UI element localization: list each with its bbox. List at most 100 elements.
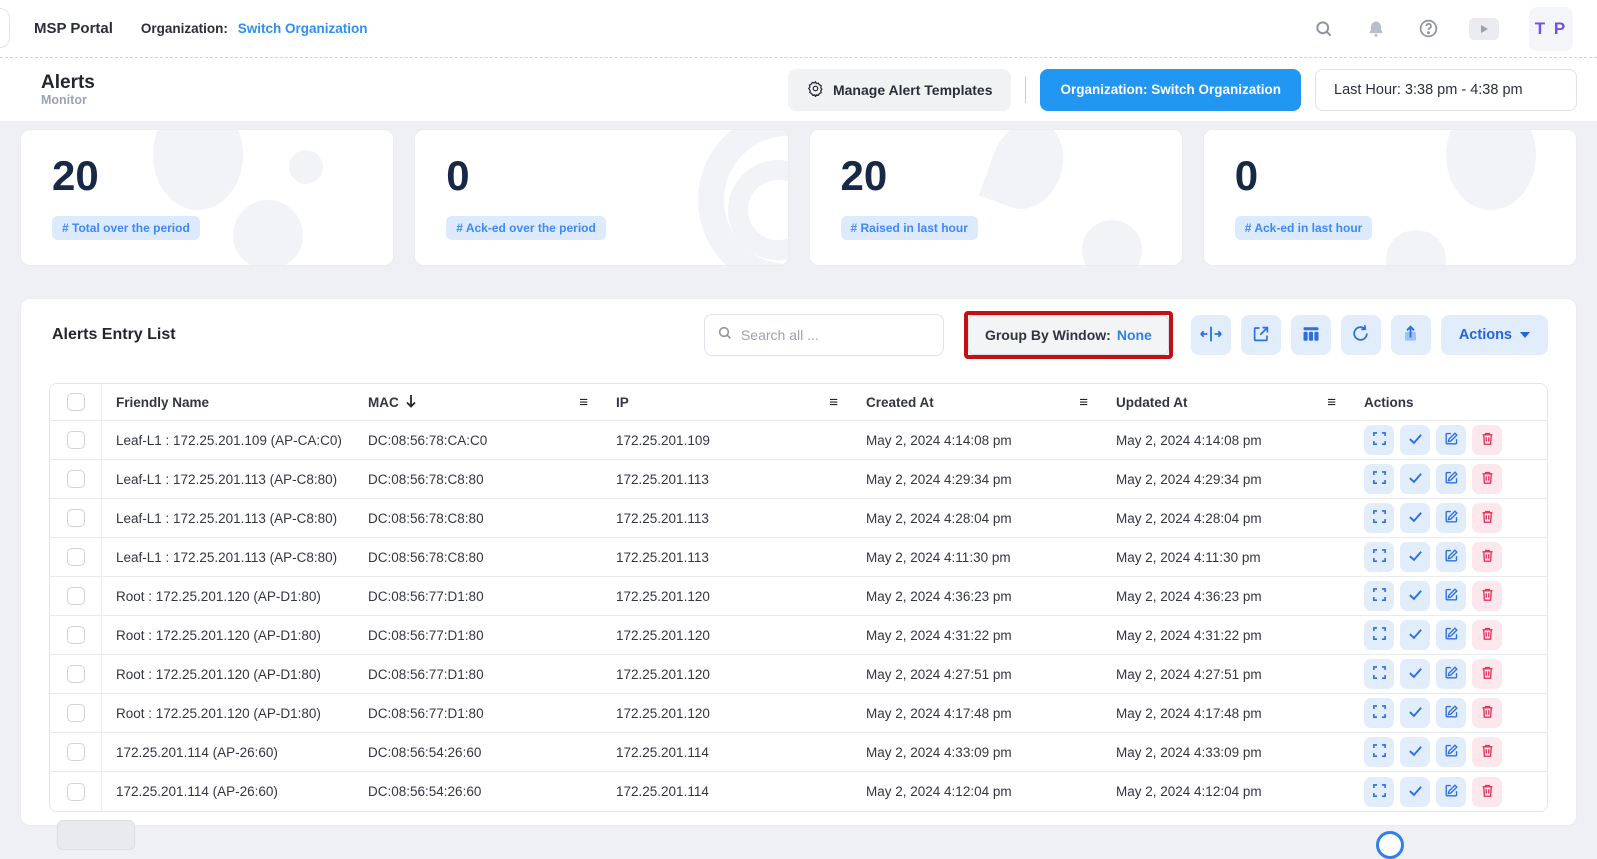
delete-alert-button[interactable]	[1472, 698, 1502, 728]
edit-alert-button[interactable]	[1436, 581, 1466, 611]
updated-at-cell: May 2, 2024 4:17:48 pm	[1102, 706, 1350, 721]
row-checkbox[interactable]	[67, 470, 85, 488]
expand-alert-button[interactable]	[1364, 503, 1394, 533]
help-icon[interactable]	[1417, 18, 1439, 40]
friendly-name-cell: Root : 172.25.201.120 (AP-D1:80)	[102, 667, 354, 682]
ip-cell: 172.25.201.109	[602, 433, 852, 448]
expand-alert-button[interactable]	[1364, 542, 1394, 572]
edit-alert-button[interactable]	[1436, 464, 1466, 494]
stat-card-acked-period: 0 # Ack-ed over the period	[414, 129, 788, 266]
created-at-cell: May 2, 2024 4:12:04 pm	[852, 784, 1102, 799]
acknowledge-alert-button[interactable]	[1400, 620, 1430, 650]
trash-icon	[1480, 431, 1495, 449]
delete-alert-button[interactable]	[1472, 425, 1502, 455]
expand-alert-button[interactable]	[1364, 464, 1394, 494]
expand-alert-button[interactable]	[1364, 737, 1394, 767]
group-by-window-button[interactable]: Group By Window: None	[968, 315, 1169, 355]
column-menu-icon[interactable]: ≡	[829, 395, 838, 410]
acknowledge-alert-button[interactable]	[1400, 542, 1430, 572]
org-label: Organization:	[141, 21, 228, 36]
row-checkbox[interactable]	[67, 704, 85, 722]
friendly-name-cell: Leaf-L1 : 172.25.201.109 (AP-CA:C0)	[102, 433, 354, 448]
notifications-bell-icon[interactable]	[1365, 18, 1387, 40]
fullscreen-icon	[1372, 743, 1387, 761]
column-menu-icon[interactable]: ≡	[1079, 395, 1088, 410]
edit-alert-button[interactable]	[1436, 503, 1466, 533]
expand-alert-button[interactable]	[1364, 620, 1394, 650]
row-checkbox[interactable]	[67, 783, 85, 801]
row-checkbox-cell	[50, 616, 102, 654]
switch-organization-link[interactable]: Switch Organization	[238, 21, 368, 36]
pagination-page-indicator-partial[interactable]	[1376, 831, 1404, 859]
edit-alert-button[interactable]	[1436, 620, 1466, 650]
edit-alert-button[interactable]	[1436, 737, 1466, 767]
row-checkbox[interactable]	[67, 509, 85, 527]
sidebar-toggle-notch[interactable]	[0, 8, 10, 48]
org-switcher: Organization: Switch Organization	[141, 21, 368, 36]
actions-dropdown-button[interactable]: Actions	[1441, 315, 1548, 355]
organization-filter-button[interactable]: Organization: Switch Organization	[1040, 69, 1301, 111]
expand-alert-button[interactable]	[1364, 425, 1394, 455]
page-title: Alerts	[41, 72, 95, 94]
edit-alert-button[interactable]	[1436, 542, 1466, 572]
expand-alert-button[interactable]	[1364, 698, 1394, 728]
sort-desc-icon[interactable]	[405, 394, 417, 411]
group-by-value: None	[1117, 327, 1152, 343]
alerts-table: Friendly Name MAC ≡ IP ≡ Created At ≡ Up	[49, 383, 1548, 812]
row-checkbox[interactable]	[67, 587, 85, 605]
acknowledge-alert-button[interactable]	[1400, 464, 1430, 494]
time-range-button[interactable]: Last Hour: 3:38 pm - 4:38 pm	[1315, 69, 1577, 111]
export-button[interactable]	[1391, 315, 1431, 355]
delete-alert-button[interactable]	[1472, 542, 1502, 572]
acknowledge-alert-button[interactable]	[1400, 698, 1430, 728]
ip-cell: 172.25.201.113	[602, 472, 852, 487]
edit-alert-button[interactable]	[1436, 425, 1466, 455]
pagination-button-partial[interactable]	[57, 820, 135, 850]
alerts-entry-list-panel: Alerts Entry List Group By Window: None	[20, 298, 1577, 826]
user-avatar[interactable]: T P	[1529, 7, 1573, 51]
search-all-input[interactable]	[741, 327, 931, 343]
delete-alert-button[interactable]	[1472, 737, 1502, 767]
acknowledge-alert-button[interactable]	[1400, 659, 1430, 689]
row-checkbox[interactable]	[67, 743, 85, 761]
acknowledge-alert-button[interactable]	[1400, 503, 1430, 533]
acknowledge-alert-button[interactable]	[1400, 777, 1430, 807]
row-checkbox[interactable]	[67, 431, 85, 449]
row-checkbox[interactable]	[67, 548, 85, 566]
acknowledge-alert-button[interactable]	[1400, 425, 1430, 455]
column-menu-icon[interactable]: ≡	[579, 395, 588, 410]
manage-columns-button[interactable]	[1291, 315, 1331, 355]
acknowledge-alert-button[interactable]	[1400, 737, 1430, 767]
delete-alert-button[interactable]	[1472, 777, 1502, 807]
delete-alert-button[interactable]	[1472, 659, 1502, 689]
check-icon	[1408, 626, 1423, 644]
delete-alert-button[interactable]	[1472, 464, 1502, 494]
row-checkbox[interactable]	[67, 665, 85, 683]
card-decoration	[233, 200, 303, 266]
manage-alert-templates-button[interactable]: Manage Alert Templates	[788, 69, 1012, 111]
edit-alert-button[interactable]	[1436, 777, 1466, 807]
delete-alert-button[interactable]	[1472, 581, 1502, 611]
tutorial-play-icon[interactable]	[1469, 18, 1499, 40]
refresh-button[interactable]	[1341, 315, 1381, 355]
created-at-cell: May 2, 2024 4:17:48 pm	[852, 706, 1102, 721]
edit-alert-button[interactable]	[1436, 659, 1466, 689]
expand-view-button[interactable]	[1241, 315, 1281, 355]
expand-alert-button[interactable]	[1364, 777, 1394, 807]
column-menu-icon[interactable]: ≡	[1327, 395, 1336, 410]
edit-alert-button[interactable]	[1436, 698, 1466, 728]
delete-alert-button[interactable]	[1472, 503, 1502, 533]
select-all-checkbox[interactable]	[67, 393, 85, 411]
check-icon	[1408, 704, 1423, 722]
search-icon[interactable]	[1313, 18, 1335, 40]
resize-columns-button[interactable]	[1191, 315, 1231, 355]
mac-cell: DC:08:56:77:D1:80	[354, 667, 602, 682]
created-at-cell: May 2, 2024 4:11:30 pm	[852, 550, 1102, 565]
row-checkbox[interactable]	[67, 626, 85, 644]
created-at-cell: May 2, 2024 4:36:23 pm	[852, 589, 1102, 604]
delete-alert-button[interactable]	[1472, 620, 1502, 650]
edit-icon	[1444, 548, 1459, 566]
expand-alert-button[interactable]	[1364, 659, 1394, 689]
expand-alert-button[interactable]	[1364, 581, 1394, 611]
acknowledge-alert-button[interactable]	[1400, 581, 1430, 611]
